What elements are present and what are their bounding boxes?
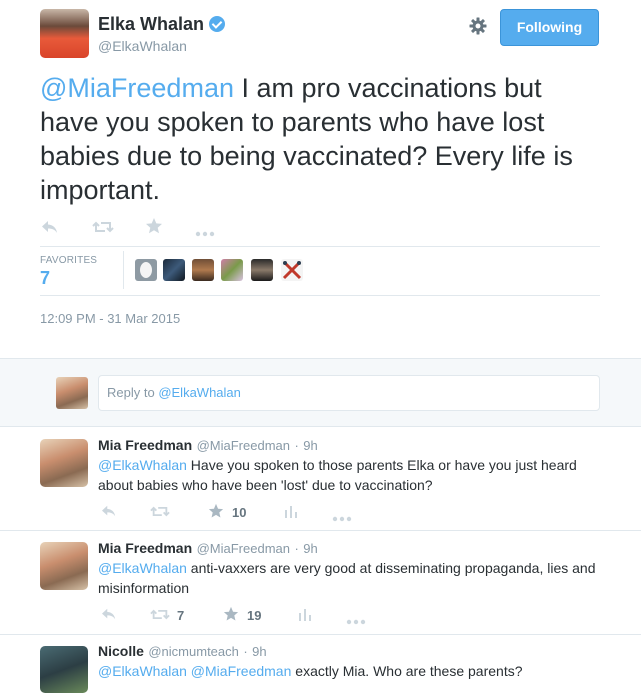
reply-text: @ElkaWhalan @MiaFreedman exactly Mia. Wh… xyxy=(98,661,608,681)
favoriter-avatar[interactable] xyxy=(135,259,157,281)
analytics-icon[interactable] xyxy=(284,504,298,518)
reply-time[interactable]: 9h xyxy=(303,438,317,453)
author-avatar[interactable] xyxy=(40,9,89,58)
reply-mention-link[interactable]: @ElkaWhalan @MiaFreedman xyxy=(98,663,291,679)
favorite-star-icon[interactable] xyxy=(145,217,163,235)
favoriter-avatar[interactable] xyxy=(192,259,214,281)
reply-author-handle[interactable]: @MiaFreedman xyxy=(197,541,290,556)
reply-dot: · xyxy=(294,438,299,453)
reply-author-name[interactable]: Nicolle xyxy=(98,643,144,659)
retweet-icon[interactable] xyxy=(150,608,170,621)
stats-divider-top xyxy=(40,246,600,247)
gear-icon[interactable] xyxy=(468,16,488,36)
author-handle[interactable]: @ElkaWhalan xyxy=(98,38,187,54)
reply-header: Mia Freedman @MiaFreedman · 9h xyxy=(98,437,318,455)
favoriter-avatar[interactable] xyxy=(251,259,273,281)
reply-avatar[interactable] xyxy=(40,439,88,487)
more-icon[interactable] xyxy=(346,612,366,625)
reply-mention-link[interactable]: @ElkaWhalan xyxy=(98,457,187,473)
reply-text: @ElkaWhalan Have you spoken to those par… xyxy=(98,455,598,495)
reply-header: Mia Freedman @MiaFreedman · 9h xyxy=(98,540,318,558)
reply-dot: · xyxy=(294,541,299,556)
reply-avatar[interactable] xyxy=(40,646,88,693)
author-name[interactable]: Elka Whalan xyxy=(98,14,204,34)
reply-avatar[interactable] xyxy=(40,542,88,590)
reply-author-handle[interactable]: @nicmumteach xyxy=(148,644,239,659)
favorites-label: FAVORITES xyxy=(40,255,98,266)
favorite-count[interactable]: 10 xyxy=(232,505,246,520)
favoriter-avatar[interactable] xyxy=(281,259,303,281)
retweet-icon[interactable] xyxy=(92,220,114,234)
following-button[interactable]: Following xyxy=(500,9,599,46)
favoriter-avatar[interactable] xyxy=(221,259,243,281)
favorite-star-icon[interactable] xyxy=(223,606,239,622)
author-name-row[interactable]: Elka Whalan xyxy=(98,14,226,35)
verified-badge-icon xyxy=(209,16,226,32)
more-icon[interactable] xyxy=(332,509,352,522)
reply-input-target: @ElkaWhalan xyxy=(158,385,241,400)
stats-divider-bottom xyxy=(40,295,600,296)
reply-author-name[interactable]: Mia Freedman xyxy=(98,437,192,453)
reply-input-prefix: Reply to xyxy=(107,385,159,400)
reply-divider xyxy=(0,634,641,635)
reply-mention-link[interactable]: @ElkaWhalan xyxy=(98,560,187,576)
favorites-count[interactable]: 7 xyxy=(40,268,50,289)
reply-author-handle[interactable]: @MiaFreedman xyxy=(197,438,290,453)
reply-icon[interactable] xyxy=(40,219,60,235)
reply-time[interactable]: 9h xyxy=(303,541,317,556)
favoriter-avatar[interactable] xyxy=(163,259,185,281)
favorite-star-icon[interactable] xyxy=(208,503,224,519)
reply-divider xyxy=(0,530,641,531)
tweet-timestamp[interactable]: 12:09 PM - 31 Mar 2015 xyxy=(40,311,180,326)
reply-icon[interactable] xyxy=(100,607,118,621)
retweet-count[interactable]: 7 xyxy=(177,608,184,623)
tweet-mention-link[interactable]: @MiaFreedman xyxy=(40,73,234,103)
stats-vertical-divider xyxy=(123,251,124,289)
reply-dot: · xyxy=(243,644,248,659)
reply-body: exactly Mia. Who are these parents? xyxy=(291,663,523,679)
reply-icon[interactable] xyxy=(100,504,118,518)
retweet-icon[interactable] xyxy=(150,505,170,518)
reply-header: Nicolle @nicmumteach · 9h xyxy=(98,643,267,661)
more-icon[interactable] xyxy=(195,224,215,237)
tweet-text: @MiaFreedman I am pro vaccinations but h… xyxy=(40,71,600,207)
reply-time[interactable]: 9h xyxy=(252,644,266,659)
current-user-avatar xyxy=(56,377,88,409)
reply-author-name[interactable]: Mia Freedman xyxy=(98,540,192,556)
analytics-icon[interactable] xyxy=(298,607,312,621)
reply-input[interactable]: Reply to @ElkaWhalan xyxy=(98,375,600,411)
reply-text: @ElkaWhalan anti-vaxxers are very good a… xyxy=(98,558,608,598)
favorite-count[interactable]: 19 xyxy=(247,608,261,623)
